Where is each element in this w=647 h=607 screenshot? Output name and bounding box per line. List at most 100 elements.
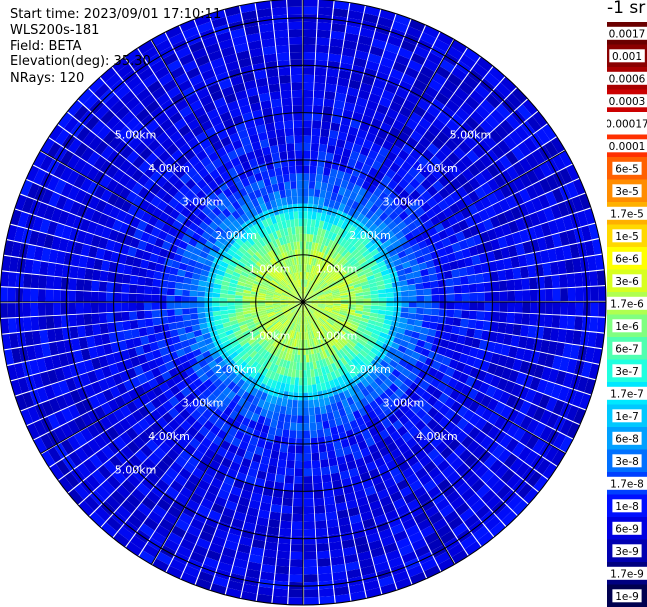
data-cell (468, 310, 477, 320)
data-cell (291, 407, 298, 416)
data-cell (477, 302, 485, 311)
data-cell (386, 297, 394, 302)
data-cell (288, 158, 296, 167)
data-cell (289, 52, 303, 60)
data-cell (274, 573, 289, 582)
data-cell (475, 273, 484, 284)
data-cell (329, 168, 338, 178)
data-cell (291, 529, 303, 537)
data-cell (545, 288, 553, 302)
data-cell (438, 287, 447, 295)
data-cell (529, 289, 538, 302)
data-cell (505, 323, 514, 335)
data-cell (529, 313, 538, 326)
data-cell (507, 290, 516, 302)
data-cell (294, 377, 299, 386)
data-cell (304, 597, 319, 605)
data-cell (545, 302, 553, 315)
data-cell (423, 308, 432, 315)
data-cell (144, 310, 153, 319)
data-cell (311, 211, 317, 220)
data-cell (271, 152, 280, 162)
data-cell (505, 268, 514, 280)
data-cell (303, 150, 311, 159)
data-cell (305, 249, 309, 257)
data-cell (281, 97, 292, 107)
data-cell (68, 302, 77, 315)
data-cell (310, 150, 319, 159)
range-label: 5.00km (115, 463, 157, 476)
data-cell (542, 262, 552, 276)
data-cell (303, 423, 310, 431)
data-cell (317, 158, 325, 168)
data-cell (312, 105, 323, 114)
data-cell (575, 287, 584, 301)
data-cell (330, 122, 341, 132)
data-cell (303, 196, 309, 204)
data-cell (290, 181, 297, 189)
data-cell (285, 189, 292, 198)
data-cell (212, 306, 221, 312)
data-cell (534, 264, 544, 277)
range-label: 3.00km (182, 396, 224, 409)
data-cell (454, 293, 463, 302)
data-cell (306, 369, 311, 378)
data-cell (174, 302, 182, 309)
ppi-plot: 1.00km 1.00km1.00km 1.00km2.00km 2.00km2.00… (0, 0, 607, 606)
data-cell (575, 302, 584, 316)
data-cell (416, 289, 424, 296)
data-cell (298, 377, 303, 386)
colorbar-label: 0.00017 (607, 118, 647, 130)
data-cell (288, 21, 302, 30)
data-cell (227, 294, 236, 299)
data-cell (514, 302, 523, 313)
data-cell (313, 490, 324, 499)
data-cell (160, 323, 170, 332)
data-cell (378, 297, 387, 302)
data-cell (182, 314, 191, 321)
data-cell (328, 457, 338, 467)
data-cell (286, 460, 295, 469)
data-cell (324, 496, 335, 506)
data-cell (530, 302, 538, 314)
data-cell (22, 288, 31, 302)
colorbar-label: 1e-8 (615, 501, 639, 513)
colorbar-label: 3e-8 (615, 456, 639, 468)
data-cell (296, 354, 301, 363)
data-cell (315, 520, 327, 529)
data-cell (303, 453, 312, 462)
data-cell (166, 288, 175, 296)
data-cell (469, 292, 478, 302)
data-cell (314, 505, 326, 514)
data-cell (303, 173, 310, 181)
colorbar-label: 6e-9 (615, 523, 639, 535)
data-cell (370, 305, 379, 310)
data-cell (287, 6, 302, 15)
data-cell (536, 314, 546, 327)
data-cell (278, 413, 286, 422)
data-cell (283, 490, 294, 499)
data-cell (400, 285, 409, 292)
data-cell (290, 376, 296, 385)
data-cell (45, 289, 54, 302)
data-cell (277, 182, 285, 191)
data-cell (311, 445, 319, 454)
data-cell (281, 166, 290, 175)
data-cell (303, 211, 308, 219)
range-label: 1.00km (249, 330, 291, 343)
data-cell (316, 44, 329, 54)
data-cell (549, 261, 559, 275)
colorbar-label: 3e-6 (615, 276, 639, 288)
data-cell (460, 318, 469, 328)
range-label: 5.00km (115, 129, 157, 142)
data-cell (446, 302, 455, 310)
data-cell (151, 286, 160, 295)
data-cell (69, 326, 79, 339)
range-label: 5.00km (450, 129, 492, 142)
data-cell (326, 519, 339, 528)
data-cell (174, 308, 183, 316)
data-cell (113, 312, 123, 322)
data-cell (436, 323, 446, 332)
colorbar-label: 6e-8 (615, 433, 639, 445)
data-cell (326, 68, 339, 78)
